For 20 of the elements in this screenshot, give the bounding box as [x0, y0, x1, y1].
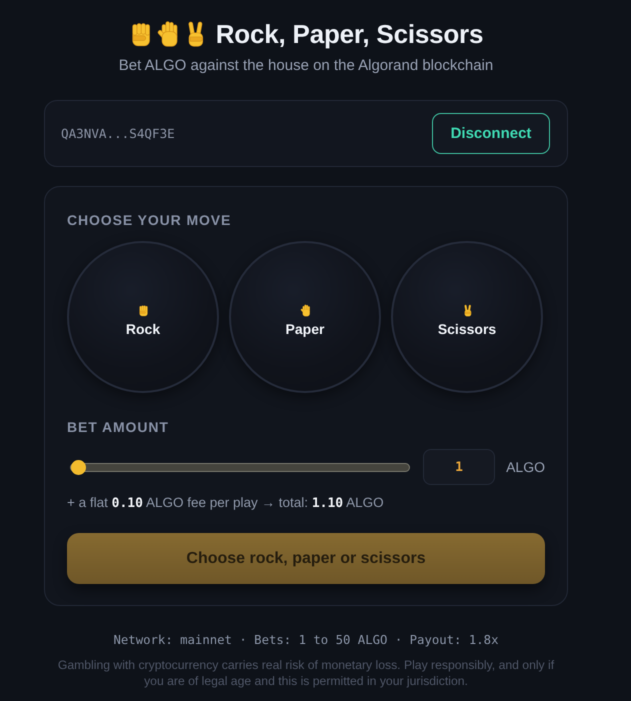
app-subtitle: Bet ALGO against the house on the Algorand blockchain — [118, 56, 494, 76]
app-title: Rock, Paper, Scissors — [216, 18, 484, 51]
fist-icon — [138, 304, 148, 316]
raised-hand-icon — [300, 304, 310, 316]
victory-hand-icon — [462, 304, 472, 316]
fee-note: + a flat 0.10 ALGO fee per play → total: 1.10 ALGO — [67, 494, 384, 512]
section-heading: BET AMOUNT — [67, 419, 169, 436]
slider-thumb[interactable] — [71, 460, 86, 474]
disconnect-button[interactable]: Disconnect — [432, 113, 550, 154]
move-button[interactable]: Rock — [67, 241, 219, 393]
currency-label: ALGO — [506, 459, 545, 475]
bet-slider-track[interactable] — [70, 462, 410, 472]
disclaimer-text: Gambling with cryptocurrency carries real risk of monetary loss. Play responsibly, and only if you are of legal age and this is permitted in your jurisdiction. — [56, 657, 556, 689]
bet-amount-field[interactable]: 1 — [423, 449, 496, 485]
wallet-address: QA3NVA...S4QF3E — [61, 126, 175, 141]
move-button[interactable]: Scissors — [391, 241, 543, 393]
section-heading: CHOOSE YOUR MOVE — [67, 212, 232, 229]
move-button[interactable]: Paper — [229, 241, 381, 393]
network-info: Network: mainnet · Bets: 1 to 50 ALGO · Payout: 1.8x — [114, 632, 498, 648]
raised-hand-icon — [156, 21, 180, 47]
